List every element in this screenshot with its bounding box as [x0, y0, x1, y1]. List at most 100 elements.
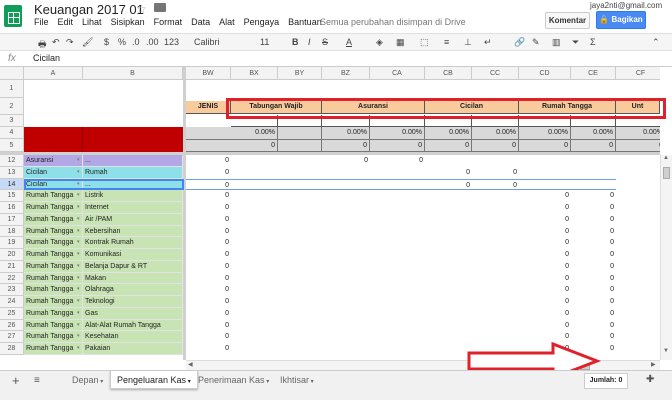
value-cell[interactable]: [322, 320, 370, 332]
value-cell[interactable]: [322, 190, 370, 202]
value-cell[interactable]: 0: [571, 237, 616, 249]
row-header-3[interactable]: 3: [0, 115, 24, 127]
column-header-B[interactable]: B: [83, 67, 183, 80]
align-left-icon[interactable]: ≡: [444, 37, 449, 47]
font-select[interactable]: Calibri: [194, 37, 220, 47]
user-email[interactable]: jaya2nti@gmail.com: [590, 1, 662, 10]
value-cell[interactable]: [231, 190, 278, 202]
value-cell[interactable]: [425, 237, 472, 249]
value-cell[interactable]: [425, 249, 472, 261]
value-cell[interactable]: [425, 308, 472, 320]
dropdown-arrow-icon[interactable]: ▾: [77, 237, 80, 249]
value-cell[interactable]: [278, 237, 322, 249]
borders-icon[interactable]: ▦: [396, 37, 405, 48]
value-cell[interactable]: 0: [186, 155, 231, 167]
dropdown-arrow-icon[interactable]: ▾: [77, 331, 80, 343]
row-header-21[interactable]: 21: [0, 260, 24, 273]
row-header-18[interactable]: 18: [0, 225, 24, 238]
italic-button[interactable]: I: [308, 37, 311, 47]
value-cell[interactable]: 0: [322, 155, 370, 167]
column-header-CB[interactable]: CB: [425, 67, 472, 80]
value-cell[interactable]: [370, 190, 425, 202]
menu-item-sisipkan[interactable]: Sisipkan: [111, 17, 145, 27]
nama-cell[interactable]: Teknologi: [83, 296, 183, 308]
jenis-cell[interactable]: Rumah Tangga: [24, 307, 83, 320]
value-cell[interactable]: 0: [472, 167, 519, 179]
value-cell[interactable]: [370, 178, 425, 191]
value-cell[interactable]: 0: [186, 284, 231, 296]
dropdown-arrow-icon[interactable]: ▾: [77, 155, 80, 167]
value-cell[interactable]: 0: [519, 284, 571, 296]
value-cell[interactable]: [278, 178, 322, 191]
value-cell[interactable]: 0: [186, 261, 231, 273]
jenis-cell[interactable]: Rumah Tangga: [24, 284, 83, 296]
value-cell[interactable]: [322, 296, 370, 308]
value-cell[interactable]: [425, 202, 472, 214]
value-cell[interactable]: [231, 214, 278, 226]
row-header-27[interactable]: 27: [0, 331, 24, 343]
nama-cell[interactable]: Alat-Alat Rumah Tangga: [83, 319, 183, 332]
share-button[interactable]: 🔒 Bagikan: [596, 11, 646, 29]
column-header-CA[interactable]: CA: [370, 67, 425, 80]
value-cell[interactable]: 0: [186, 331, 231, 343]
row-header-20[interactable]: 20: [0, 249, 24, 261]
sheet-tab-ikhtisar[interactable]: Ikhtisar ▾: [274, 371, 320, 389]
value-cell[interactable]: 0: [186, 237, 231, 249]
value-cell[interactable]: 0: [519, 261, 571, 273]
row-header-28[interactable]: 28: [0, 343, 24, 355]
row-header-24[interactable]: 24: [0, 296, 24, 308]
value-cell[interactable]: [472, 320, 519, 332]
value-cell[interactable]: [322, 331, 370, 343]
value-cell[interactable]: 0: [519, 226, 571, 238]
dropdown-arrow-icon[interactable]: ▾: [77, 284, 80, 296]
nama-cell[interactable]: Gas: [83, 307, 183, 320]
menu-item-format[interactable]: Format: [154, 17, 183, 27]
jenis-cell[interactable]: Rumah Tangga: [24, 343, 83, 355]
value-cell[interactable]: 0: [186, 273, 231, 285]
value-cell[interactable]: [278, 202, 322, 214]
value-cell[interactable]: [370, 261, 425, 273]
value-cell[interactable]: [278, 273, 322, 285]
value-cell[interactable]: [472, 155, 519, 167]
dropdown-arrow-icon[interactable]: ▾: [77, 249, 80, 261]
wrap-text-icon[interactable]: ↵: [484, 37, 492, 48]
value-cell[interactable]: [571, 155, 616, 167]
value-cell[interactable]: [425, 261, 472, 273]
value-cell[interactable]: 0: [370, 155, 425, 167]
value-cell[interactable]: [472, 226, 519, 238]
nama-cell[interactable]: Kesehatan: [83, 331, 183, 343]
value-cell[interactable]: [231, 226, 278, 238]
filter-icon[interactable]: ⏷: [572, 37, 579, 48]
menu-item-lihat[interactable]: Lihat: [82, 17, 102, 27]
value-cell[interactable]: 0: [519, 249, 571, 261]
comment-button[interactable]: Komentar: [545, 12, 590, 29]
value-cell[interactable]: [322, 273, 370, 285]
value-cell[interactable]: [425, 214, 472, 226]
nama-cell[interactable]: Kontrak Rumah: [83, 237, 183, 249]
jenis-cell[interactable]: Asuransi: [24, 155, 83, 167]
menu-item-data[interactable]: Data: [191, 17, 210, 27]
value-cell[interactable]: [322, 214, 370, 226]
link-icon[interactable]: 🔗: [514, 37, 525, 48]
value-cell[interactable]: 0: [186, 214, 231, 226]
value-cell[interactable]: 0: [186, 308, 231, 320]
value-cell[interactable]: 0: [519, 202, 571, 214]
column-header-CF[interactable]: CF: [616, 67, 660, 80]
value-cell[interactable]: [370, 296, 425, 308]
value-cell[interactable]: [322, 226, 370, 238]
sum-indicator[interactable]: Jumlah: 0: [584, 373, 628, 389]
value-cell[interactable]: [370, 226, 425, 238]
collapse-icon[interactable]: ⌃: [652, 37, 660, 48]
nama-cell[interactable]: Kebersihan: [83, 225, 183, 238]
value-cell[interactable]: [370, 249, 425, 261]
value-cell[interactable]: 0: [186, 190, 231, 202]
value-cell[interactable]: [322, 284, 370, 296]
chart-icon[interactable]: ▥: [552, 37, 561, 48]
nama-cell[interactable]: Komunikasi: [83, 249, 183, 261]
menu-item-alat[interactable]: Alat: [219, 17, 235, 27]
value-cell[interactable]: 0: [571, 214, 616, 226]
value-cell[interactable]: 0: [519, 320, 571, 332]
decrease-decimal-button[interactable]: .0: [132, 37, 140, 47]
value-cell[interactable]: [278, 343, 322, 355]
jenis-cell[interactable]: Rumah Tangga: [24, 260, 83, 273]
